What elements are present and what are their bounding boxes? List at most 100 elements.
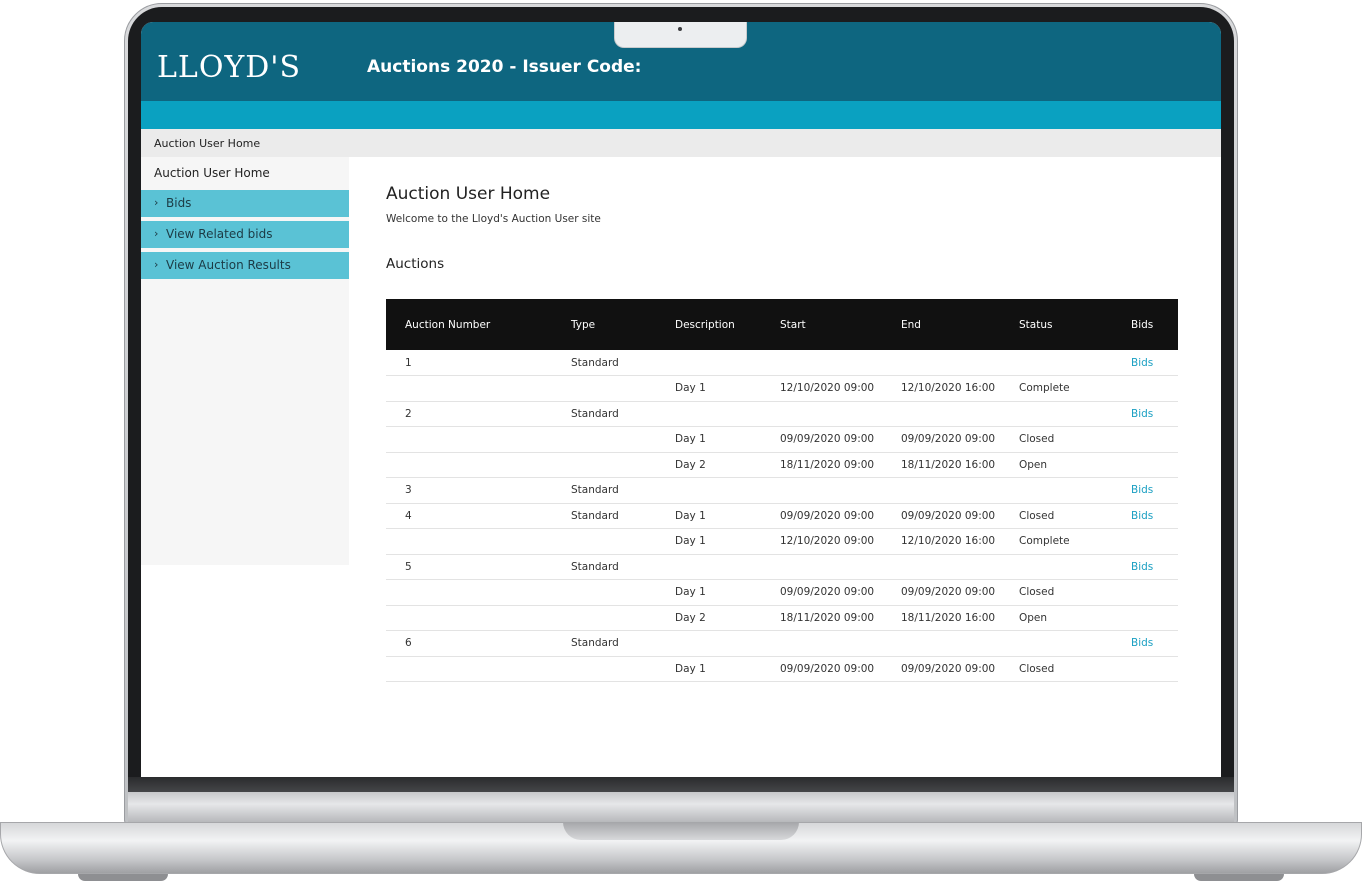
table-body: 1 Standard Bids Day 1 12/10/2020 09:00 12/10/…: [386, 350, 1178, 682]
col-header-status: Status: [1000, 299, 1112, 350]
sidebar-item-view-related-bids[interactable]: › View Related bids: [141, 221, 349, 248]
bids-link[interactable]: Bids: [1131, 637, 1153, 649]
breadcrumb-bar: Auction User Home: [141, 129, 1221, 157]
cell-bids: [1112, 452, 1178, 478]
chevron-right-icon: ›: [154, 227, 159, 240]
bids-link[interactable]: Bids: [1131, 357, 1153, 369]
laptop-hinge: [128, 792, 1234, 822]
table-row: 5 Standard Bids: [386, 554, 1178, 580]
table-row: 6 Standard Bids: [386, 630, 1178, 657]
auctions-section-title: Auctions: [386, 256, 445, 272]
cell-end: 12/10/2020 16:00: [882, 375, 1000, 402]
table-row: 3 Standard Bids: [386, 477, 1178, 504]
cell-end: 18/11/2020 16:00: [882, 452, 1000, 478]
table-row: Day 1 12/10/2020 09:00 12/10/2020 16:00 Com…: [386, 375, 1178, 402]
table-row: 2 Standard Bids: [386, 401, 1178, 427]
cell-start: 18/11/2020 09:00: [761, 605, 882, 631]
cell-description: Day 2: [656, 452, 761, 478]
sidebar: Auction User Home › Bids › View Related …: [141, 157, 349, 565]
cell-bids: [1112, 528, 1178, 555]
table-row: Day 2 18/11/2020 09:00 18/11/2020 16:00 Ope…: [386, 605, 1178, 631]
cell-start: [761, 401, 882, 427]
bids-link[interactable]: Bids: [1131, 408, 1153, 420]
cell-start: 09/09/2020 09:00: [761, 503, 882, 529]
cell-description: Day 1: [656, 579, 761, 606]
cell-type: [552, 426, 656, 453]
cell-type: [552, 452, 656, 478]
cell-status: Closed: [1000, 426, 1112, 453]
cell-start: 09/09/2020 09:00: [761, 426, 882, 453]
camera-notch: [614, 22, 747, 48]
cell-auction-number: 3: [386, 477, 552, 504]
cell-end: 09/09/2020 09:00: [882, 426, 1000, 453]
app-title: Auctions 2020 - Issuer Code:: [367, 57, 642, 77]
table-row: Day 1 09/09/2020 09:00 09/09/2020 09:00 Clo…: [386, 579, 1178, 606]
cell-auction-number: 6: [386, 630, 552, 657]
cell-bids: [1112, 656, 1178, 682]
cell-type: [552, 528, 656, 555]
cell-bids: [1112, 375, 1178, 402]
cell-description: [656, 350, 761, 376]
cell-end: [882, 401, 1000, 427]
cell-status: Open: [1000, 605, 1112, 631]
sidebar-item-label: View Auction Results: [166, 258, 291, 272]
cell-status: Closed: [1000, 656, 1112, 682]
chevron-right-icon: ›: [154, 196, 159, 209]
cell-start: [761, 477, 882, 504]
col-header-bids: Bids: [1112, 299, 1178, 350]
cell-type: Standard: [552, 477, 656, 504]
cell-end: [882, 554, 1000, 580]
cell-type: [552, 375, 656, 402]
cell-start: 09/09/2020 09:00: [761, 656, 882, 682]
table-row: Day 1 12/10/2020 09:00 12/10/2020 16:00 Com…: [386, 528, 1178, 555]
cell-bids: [1112, 426, 1178, 453]
laptop-opening-notch: [563, 822, 799, 840]
cell-auction-number: [386, 605, 552, 631]
table-row: Day 2 18/11/2020 09:00 18/11/2020 16:00 Ope…: [386, 452, 1178, 478]
bids-link[interactable]: Bids: [1131, 561, 1153, 573]
table-header-row: Auction Number Type Description Start En…: [386, 299, 1178, 350]
lloyds-logo[interactable]: LLOYD'S: [157, 50, 301, 85]
table-row: 1 Standard Bids: [386, 350, 1178, 376]
cell-bids: [1112, 605, 1178, 631]
cell-end: [882, 350, 1000, 376]
cell-status: [1000, 401, 1112, 427]
cell-bids: Bids: [1112, 477, 1178, 504]
sidebar-home-link[interactable]: Auction User Home: [154, 166, 270, 180]
breadcrumb[interactable]: Auction User Home: [154, 137, 260, 150]
cell-description: [656, 630, 761, 657]
cell-description: Day 1: [656, 426, 761, 453]
page-title: Auction User Home: [386, 184, 551, 204]
bids-link[interactable]: Bids: [1131, 484, 1153, 496]
cell-status: [1000, 554, 1112, 580]
cell-auction-number: 2: [386, 401, 552, 427]
cell-end: 09/09/2020 09:00: [882, 656, 1000, 682]
cell-start: 18/11/2020 09:00: [761, 452, 882, 478]
cell-start: 12/10/2020 09:00: [761, 375, 882, 402]
cell-auction-number: [386, 528, 552, 555]
laptop-foot-left: [78, 874, 168, 881]
cell-type: [552, 605, 656, 631]
table-row: Day 1 09/09/2020 09:00 09/09/2020 09:00 Clo…: [386, 656, 1178, 682]
cell-end: 18/11/2020 16:00: [882, 605, 1000, 631]
sidebar-item-view-auction-results[interactable]: › View Auction Results: [141, 252, 349, 279]
cell-bids: [1112, 579, 1178, 606]
cell-bids: Bids: [1112, 630, 1178, 657]
cell-start: [761, 350, 882, 376]
cell-status: Complete: [1000, 375, 1112, 402]
bids-link[interactable]: Bids: [1131, 510, 1153, 522]
cell-end: 09/09/2020 09:00: [882, 503, 1000, 529]
cell-auction-number: 5: [386, 554, 552, 580]
sidebar-item-label: View Related bids: [166, 227, 273, 241]
camera-icon: [678, 27, 682, 31]
sidebar-item-label: Bids: [166, 196, 192, 210]
cell-description: [656, 554, 761, 580]
cell-status: [1000, 350, 1112, 376]
screen: LLOYD'S Auctions 2020 - Issuer Code: Auc…: [141, 22, 1221, 777]
cell-description: Day 1: [656, 528, 761, 555]
auctions-table: Auction Number Type Description Start En…: [386, 299, 1178, 682]
cell-end: [882, 630, 1000, 657]
col-header-type: Type: [552, 299, 656, 350]
sidebar-item-bids[interactable]: › Bids: [141, 190, 349, 217]
cell-type: [552, 656, 656, 682]
